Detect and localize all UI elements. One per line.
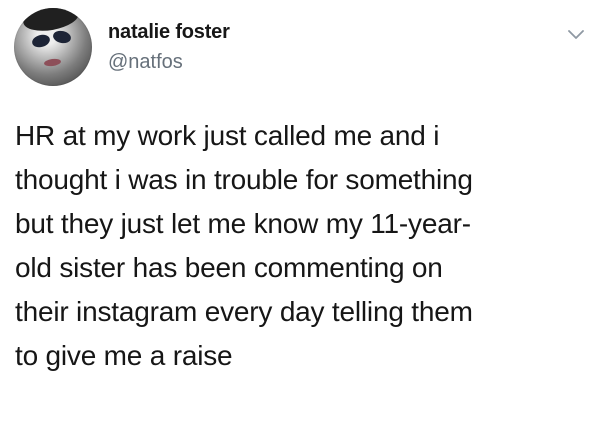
avatar-sunglasses-left — [30, 32, 52, 50]
author-name[interactable]: natalie foster — [108, 20, 230, 44]
chevron-down-icon — [568, 30, 584, 39]
tweet-text-line: HR at my work just called me and i — [15, 120, 440, 151]
tweet-text: HR at my work just called me and i thoug… — [15, 114, 585, 378]
avatar-sunglasses-right — [51, 29, 73, 45]
tweet-text-line: their instagram every day telling them — [15, 296, 473, 327]
avatar-hat — [21, 8, 81, 35]
author-handle[interactable]: @natfos — [108, 50, 183, 74]
tweet-text-line: but they just let me know my 11-year- — [15, 208, 471, 239]
tweet-card: natalie foster @natfos HR at my work jus… — [0, 0, 599, 434]
tweet-menu-button[interactable] — [567, 28, 585, 42]
tweet-text-line: to give me a raise — [15, 340, 233, 371]
tweet-text-line: old sister has been commenting on — [15, 252, 443, 283]
tweet-text-line: thought i was in trouble for something — [15, 164, 473, 195]
avatar-mouth — [43, 57, 62, 68]
avatar[interactable] — [14, 8, 92, 86]
